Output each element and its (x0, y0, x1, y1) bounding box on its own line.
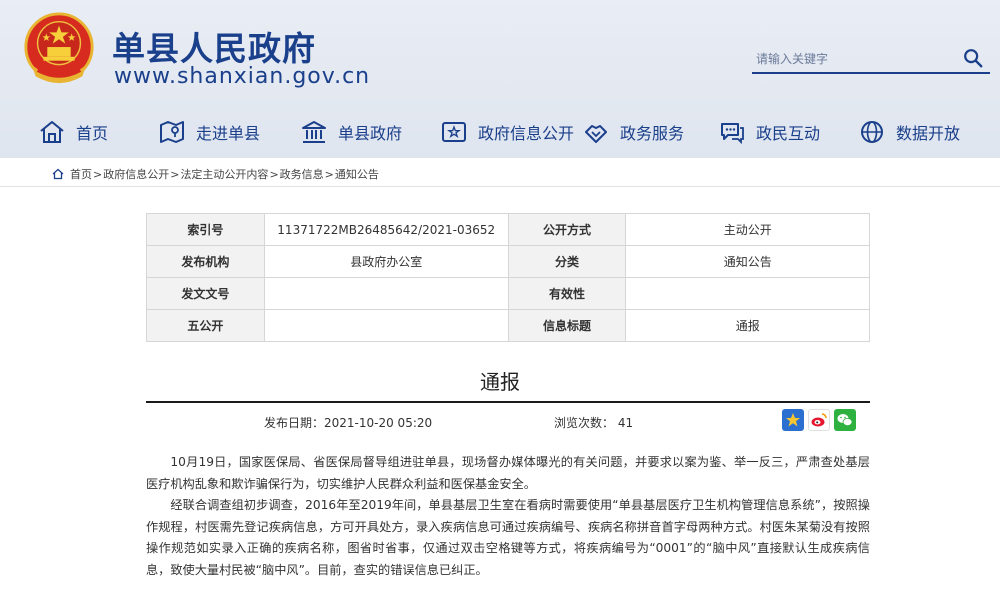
document-info-table: 索引号 11371722MB26485642/2021-03652 公开方式 主… (146, 213, 870, 342)
nav-item-about[interactable]: 走进单县 (158, 112, 260, 152)
qzone-star-icon (786, 413, 800, 427)
breadcrumb-separator: > (170, 167, 180, 181)
nav-label-about: 走进单县 (196, 124, 261, 143)
chat-bubbles-icon (721, 123, 744, 145)
title-divider (146, 401, 870, 403)
nav-item-info-disclosure[interactable]: 政府信息公开 (440, 112, 574, 152)
nav-label-government: 单县政府 (338, 124, 403, 143)
nav-item-services[interactable]: 政务服务 (582, 112, 684, 152)
breadcrumb-home-icon (52, 168, 64, 180)
breadcrumb-item[interactable]: 法定主动公开内容 (180, 166, 268, 182)
breadcrumb-separator: > (324, 167, 334, 181)
wechat-icon (837, 414, 853, 426)
breadcrumb-item[interactable]: 政府信息公开 (103, 166, 169, 182)
table-row: 发文文号 有效性 (146, 277, 870, 310)
nav-item-interaction[interactable]: 政民互动 (718, 112, 820, 152)
nav-label-services: 政务服务 (620, 124, 685, 143)
article-title: 通报 (480, 370, 520, 394)
site-domain: www.shanxian.gov.cn (114, 64, 371, 89)
nav-label-home: 首页 (76, 124, 109, 143)
nav-item-government[interactable]: 单县政府 (300, 112, 402, 152)
five-open-value (263, 309, 509, 342)
breadcrumb-separator: > (93, 167, 103, 181)
main-nav: 首页 走进单县 单县政府 政府信息公开 政务服务 政民互动 数据开放 (0, 112, 1000, 152)
site-title: 单县人民政府 (112, 29, 316, 68)
table-row: 发布机构 县政府办公室 分类 通知公告 (146, 245, 870, 278)
method-value: 主动公开 (625, 213, 870, 246)
docno-label: 发文文号 (146, 277, 265, 310)
search-icon[interactable] (962, 47, 984, 69)
national-emblem-icon (24, 12, 94, 84)
publish-date: 发布日期：2021-10-20 05:20 (264, 416, 433, 430)
article-paragraph: 经联合调查组初步调查，2016年至2019年间，单县基层卫生室在看病时需要使用“… (146, 498, 870, 577)
docno-value (263, 277, 509, 310)
breadcrumb-item[interactable]: 首页 (70, 166, 92, 182)
nav-item-open-data[interactable]: 数据开放 (858, 112, 960, 152)
category-label: 分类 (507, 245, 627, 278)
index-value: 11371722MB26485642/2021-03652 (263, 213, 509, 246)
breadcrumb-item[interactable]: 通知公告 (335, 166, 379, 182)
info-board-icon (442, 122, 466, 142)
nav-label-open-data: 数据开放 (896, 124, 961, 143)
share-wechat-button[interactable] (834, 409, 856, 431)
share-weibo-button[interactable] (808, 409, 830, 431)
info-title-value: 通报 (625, 309, 870, 342)
map-icon (160, 121, 184, 143)
search-input[interactable] (756, 48, 956, 70)
publisher-label: 发布机构 (146, 245, 265, 278)
method-label: 公开方式 (507, 213, 627, 246)
search-box (752, 44, 990, 74)
data-globe-icon (861, 121, 883, 143)
breadcrumb-item[interactable]: 政务信息 (280, 166, 324, 182)
nav-label-info-disclosure: 政府信息公开 (478, 124, 575, 143)
breadcrumb-divider (0, 186, 1000, 187)
nav-label-interaction: 政民互动 (756, 124, 821, 143)
validity-label: 有效性 (507, 277, 627, 310)
article-paragraph: 10月19日，国家医保局、省医保局督导组进驻单县，现场督办媒体曝光的有关问题，并… (146, 455, 870, 491)
breadcrumb: 首页 > 政府信息公开 > 法定主动公开内容 > 政务信息 > 通知公告 (52, 166, 379, 182)
five-open-label: 五公开 (146, 309, 265, 342)
share-buttons (782, 409, 856, 431)
view-count: 浏览次数： 41 (554, 416, 634, 430)
breadcrumb-separator: > (269, 167, 279, 181)
home-icon (40, 121, 64, 143)
index-label: 索引号 (146, 213, 265, 246)
info-title-label: 信息标题 (507, 309, 627, 342)
handshake-icon (585, 125, 607, 143)
table-row: 索引号 11371722MB26485642/2021-03652 公开方式 主… (146, 213, 870, 246)
publisher-value: 县政府办公室 (263, 245, 509, 278)
share-qzone-button[interactable] (782, 409, 804, 431)
weibo-icon (811, 413, 827, 427)
site-header: 单县人民政府 www.shanxian.gov.cn 首页 走进单县 (0, 0, 1000, 158)
validity-value (625, 277, 870, 310)
category-value: 通知公告 (625, 245, 870, 278)
table-row: 五公开 信息标题 通报 (146, 309, 870, 342)
nav-item-home[interactable]: 首页 (38, 112, 108, 152)
article-body: 10月19日，国家医保局、省医保局督导组进驻单县，现场督办媒体曝光的有关问题，并… (146, 452, 870, 581)
government-building-icon (302, 121, 326, 143)
